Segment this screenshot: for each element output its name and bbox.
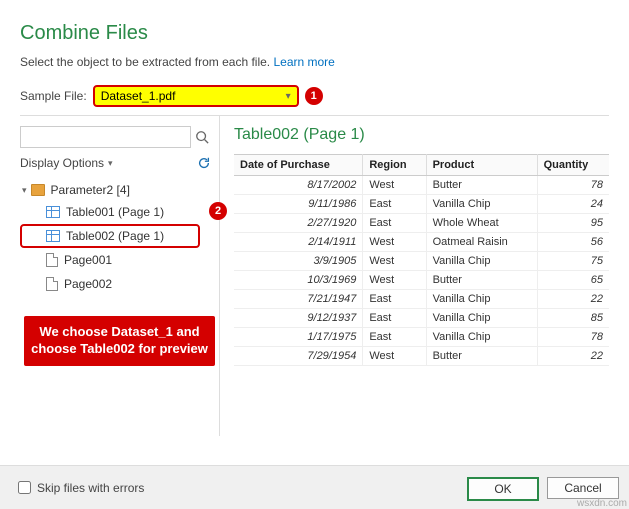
sample-file-label: Sample File:: [20, 89, 87, 103]
annotation-callout: We choose Dataset_1 and choose Table002 …: [24, 316, 215, 366]
tree-root-label: Parameter2 [4]: [51, 183, 130, 197]
dialog-title: Combine Files: [20, 22, 609, 45]
tree-item-table001-page-1-[interactable]: Table001 (Page 1)2: [20, 200, 219, 224]
table-cell: 9/12/1937: [234, 309, 363, 328]
preview-pane: Table002 (Page 1) Date of PurchaseRegion…: [220, 116, 609, 436]
page-icon: [46, 253, 58, 267]
table-cell: 9/11/1986: [234, 195, 363, 214]
navigator-pane: Display Options▾ ▾ Parameter2 [4] Table0…: [20, 116, 220, 436]
tree-item-table002-page-1-[interactable]: Table002 (Page 1): [20, 224, 200, 248]
ok-button[interactable]: OK: [467, 477, 539, 501]
annotation-badge-1: 1: [305, 87, 323, 105]
skip-errors-input[interactable]: [18, 481, 31, 494]
preview-table: Date of PurchaseRegionProductQuantity 8/…: [234, 154, 609, 366]
folder-icon: [31, 184, 45, 196]
triangle-down-icon: ▾: [22, 185, 27, 196]
subtitle-text: Select the object to be extracted from e…: [20, 55, 273, 69]
preview-title: Table002 (Page 1): [234, 126, 609, 144]
refresh-icon[interactable]: [195, 154, 213, 172]
table-cell: Butter: [426, 176, 537, 195]
table-row[interactable]: 2/14/1911WestOatmeal Raisin56: [234, 233, 609, 252]
table-cell: 22: [537, 290, 609, 309]
chevron-down-icon: ▾: [108, 158, 113, 169]
table-cell: East: [363, 328, 426, 347]
table-cell: East: [363, 309, 426, 328]
learn-more-link[interactable]: Learn more: [273, 55, 334, 69]
table-cell: Whole Wheat: [426, 214, 537, 233]
tree-item-label: Page001: [64, 253, 112, 267]
table-cell: 75: [537, 252, 609, 271]
table-cell: Butter: [426, 347, 537, 366]
column-header[interactable]: Product: [426, 155, 537, 176]
table-cell: West: [363, 252, 426, 271]
tree-item-page001[interactable]: Page001: [20, 248, 219, 272]
table-cell: 85: [537, 309, 609, 328]
table-cell: Oatmeal Raisin: [426, 233, 537, 252]
table-icon: [46, 206, 60, 218]
table-row[interactable]: 9/11/1986EastVanilla Chip24: [234, 195, 609, 214]
table-row[interactable]: 7/29/1954WestButter22: [234, 347, 609, 366]
sample-file-value: Dataset_1.pdf: [101, 89, 176, 103]
annotation-badge-2: 2: [209, 202, 227, 220]
sample-file-dropdown[interactable]: Dataset_1.pdf ▾: [93, 85, 299, 107]
table-row[interactable]: 8/17/2002WestButter78: [234, 176, 609, 195]
table-row[interactable]: 9/12/1937EastVanilla Chip85: [234, 309, 609, 328]
tree-item-label: Page002: [64, 277, 112, 291]
table-cell: West: [363, 347, 426, 366]
table-cell: 78: [537, 176, 609, 195]
table-cell: 78: [537, 328, 609, 347]
chevron-down-icon: ▾: [286, 91, 291, 102]
table-cell: 2/27/1920: [234, 214, 363, 233]
dialog-footer: Skip files with errors OK Cancel wsxdn.c…: [0, 465, 629, 509]
display-options-menu[interactable]: Display Options▾: [20, 156, 113, 170]
table-cell: Vanilla Chip: [426, 290, 537, 309]
search-icon[interactable]: [191, 126, 213, 148]
tree-root-node[interactable]: ▾ Parameter2 [4]: [20, 180, 219, 200]
table-cell: Butter: [426, 271, 537, 290]
table-cell: Vanilla Chip: [426, 309, 537, 328]
column-header[interactable]: Quantity: [537, 155, 609, 176]
object-tree: ▾ Parameter2 [4] Table001 (Page 1)2Table…: [20, 180, 219, 296]
table-cell: East: [363, 290, 426, 309]
column-header[interactable]: Region: [363, 155, 426, 176]
table-cell: 7/21/1947: [234, 290, 363, 309]
table-cell: 3/9/1905: [234, 252, 363, 271]
table-cell: Vanilla Chip: [426, 195, 537, 214]
table-cell: East: [363, 195, 426, 214]
table-cell: 95: [537, 214, 609, 233]
table-cell: 10/3/1969: [234, 271, 363, 290]
table-icon: [46, 230, 60, 242]
table-cell: West: [363, 176, 426, 195]
skip-errors-label: Skip files with errors: [37, 481, 144, 495]
column-header[interactable]: Date of Purchase: [234, 155, 363, 176]
dialog-subtitle: Select the object to be extracted from e…: [20, 55, 609, 69]
table-cell: 8/17/2002: [234, 176, 363, 195]
table-row[interactable]: 7/21/1947EastVanilla Chip22: [234, 290, 609, 309]
cancel-button[interactable]: Cancel: [547, 477, 619, 499]
table-cell: 1/17/1975: [234, 328, 363, 347]
table-cell: East: [363, 214, 426, 233]
tree-item-label: Table001 (Page 1): [66, 205, 164, 219]
table-cell: Vanilla Chip: [426, 252, 537, 271]
table-cell: 2/14/1911: [234, 233, 363, 252]
table-cell: West: [363, 233, 426, 252]
tree-item-label: Table002 (Page 1): [66, 229, 164, 243]
table-cell: 65: [537, 271, 609, 290]
table-cell: 56: [537, 233, 609, 252]
table-cell: Vanilla Chip: [426, 328, 537, 347]
skip-errors-checkbox[interactable]: Skip files with errors: [14, 478, 144, 497]
table-row[interactable]: 3/9/1905WestVanilla Chip75: [234, 252, 609, 271]
table-cell: 7/29/1954: [234, 347, 363, 366]
table-cell: 24: [537, 195, 609, 214]
tree-item-page002[interactable]: Page002: [20, 272, 219, 296]
page-icon: [46, 277, 58, 291]
table-row[interactable]: 10/3/1969WestButter65: [234, 271, 609, 290]
table-row[interactable]: 2/27/1920EastWhole Wheat95: [234, 214, 609, 233]
table-row[interactable]: 1/17/1975EastVanilla Chip78: [234, 328, 609, 347]
search-input[interactable]: [20, 126, 191, 148]
table-cell: 22: [537, 347, 609, 366]
table-cell: West: [363, 271, 426, 290]
